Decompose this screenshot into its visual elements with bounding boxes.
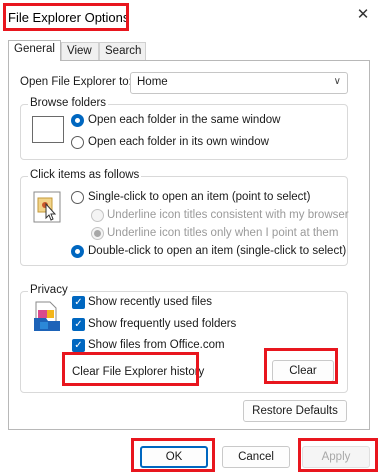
underline-browser-label: Underline icon titles consistent with my… [107, 209, 349, 221]
double-click-label: Double-click to open an item (single-cli… [88, 245, 347, 257]
single-click-label: Single-click to open an item (point to s… [88, 191, 311, 203]
tab-search[interactable]: Search [99, 42, 146, 60]
recent-files-label: Show recently used files [88, 296, 213, 308]
clear-button-highlight-box [264, 348, 338, 384]
tab-view[interactable]: View [61, 42, 99, 60]
browse-folders-group [20, 104, 348, 160]
clear-history-highlight-box [62, 352, 199, 386]
open-explorer-dropdown[interactable]: Home ∨ [130, 72, 348, 94]
open-explorer-label: Open File Explorer to: [20, 76, 132, 88]
radio-underline-point[interactable] [91, 227, 104, 240]
check-frequent-folders[interactable]: ✓ [72, 318, 85, 331]
chevron-down-icon: ∨ [333, 76, 341, 87]
radio-own-window[interactable] [71, 136, 84, 149]
browse-folders-legend: Browse folders [28, 97, 109, 109]
close-icon[interactable]: ✕ [352, 4, 374, 26]
click-items-legend: Click items as follows [28, 169, 142, 181]
tab-general[interactable]: General [8, 40, 61, 61]
frequent-folders-label: Show frequently used folders [88, 318, 237, 330]
radio-underline-browser[interactable] [91, 209, 104, 222]
ok-highlight-box [131, 438, 215, 472]
restore-defaults-button[interactable]: Restore Defaults [243, 400, 347, 422]
check-office-files[interactable]: ✓ [72, 339, 85, 352]
apply-highlight-box [298, 438, 378, 472]
radio-same-window[interactable] [71, 114, 84, 127]
privacy-folder-icon [32, 298, 62, 332]
pointer-click-icon [32, 190, 62, 224]
title-highlight-box [3, 3, 129, 31]
cancel-button[interactable]: Cancel [222, 446, 290, 468]
same-window-label: Open each folder in the same window [88, 114, 281, 126]
folder-window-icon [32, 116, 64, 143]
own-window-label: Open each folder in its own window [88, 136, 269, 148]
radio-double-click[interactable] [71, 245, 84, 258]
office-files-label: Show files from Office.com [88, 339, 225, 351]
privacy-legend: Privacy [28, 284, 70, 296]
underline-point-label: Underline icon titles only when I point … [107, 227, 339, 239]
open-explorer-value: Home [137, 76, 168, 88]
radio-single-click[interactable] [71, 191, 84, 204]
check-recent-files[interactable]: ✓ [72, 296, 85, 309]
